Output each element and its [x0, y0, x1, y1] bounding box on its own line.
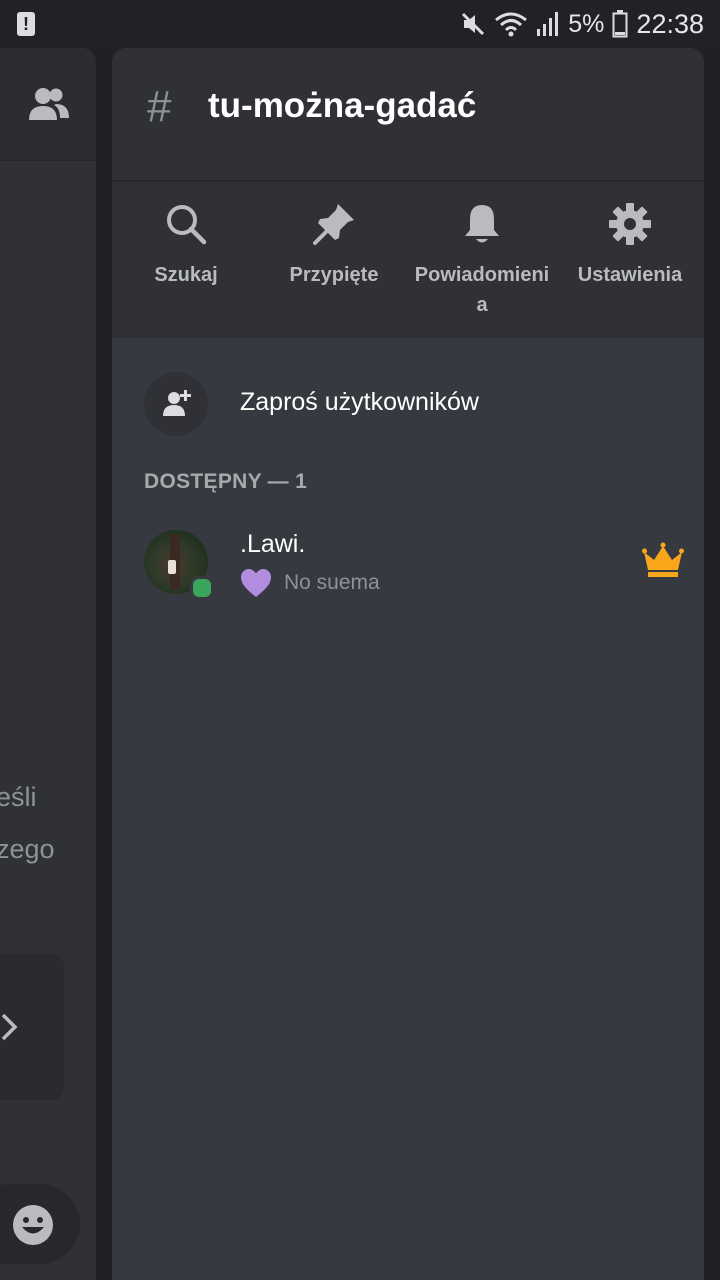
channel-drawer: # tu-można-gadać Szukaj Przypięte Powiad… [112, 48, 704, 1280]
status-bar: ! 5% 22:38 [0, 0, 720, 48]
settings-button[interactable]: Ustawienia [556, 182, 704, 338]
member-custom-status: No suema [240, 568, 380, 598]
search-label: Szukaj [154, 264, 218, 286]
mute-icon [462, 12, 485, 36]
channel-name: tu-można-gadać [208, 86, 477, 125]
member-row[interactable]: .Lawi. No suema [144, 530, 684, 600]
status-bar-right: 5% 22:38 [460, 8, 704, 40]
chat-text-fragment: eśli [0, 782, 37, 812]
battery-percent: 5% [568, 9, 605, 38]
purple-heart-icon [241, 569, 271, 597]
signal-icon [537, 12, 559, 36]
crown-icon [642, 542, 684, 577]
notifications-button[interactable]: Powiadomienia [408, 182, 556, 338]
members-icon[interactable] [27, 86, 71, 122]
member-name: .Lawi. [240, 530, 306, 558]
emoji-icon [13, 1205, 53, 1245]
hash-icon: # [147, 82, 172, 131]
chat-card[interactable] [0, 954, 64, 1100]
emoji-button[interactable] [0, 1184, 80, 1264]
add-user-icon [144, 372, 208, 436]
chat-text-fragment: zego [0, 834, 55, 864]
online-section-header: DOSTĘPNY — 1 [144, 470, 308, 493]
search-icon [167, 205, 207, 245]
wifi-icon [495, 12, 528, 37]
notifications-label: Powiadomienia [414, 264, 550, 316]
gear-icon [609, 203, 651, 245]
pinned-button[interactable]: Przypięte [260, 182, 408, 338]
clock: 22:38 [636, 8, 704, 39]
alert-icon: ! [17, 12, 35, 36]
settings-label: Ustawienia [577, 264, 683, 286]
battery-icon [612, 10, 628, 38]
bell-icon [465, 205, 499, 243]
online-status-dot [190, 576, 214, 600]
search-button[interactable]: Szukaj [112, 182, 260, 338]
invite-users-row[interactable]: Zaproś użytkowników [144, 372, 684, 436]
channel-actions: Szukaj Przypięte Powiadomienia Ustawieni… [112, 182, 704, 338]
chat-panel-background[interactable]: eśli zego [0, 48, 96, 1280]
member-status-text: No suema [284, 571, 380, 594]
invite-users-label: Zaproś użytkowników [240, 388, 479, 416]
chat-header [0, 48, 96, 161]
pinned-label: Przypięte [289, 264, 379, 286]
pin-icon [313, 204, 354, 245]
chevron-right-icon [1, 1013, 18, 1041]
channel-header: # tu-można-gadać [112, 48, 704, 182]
